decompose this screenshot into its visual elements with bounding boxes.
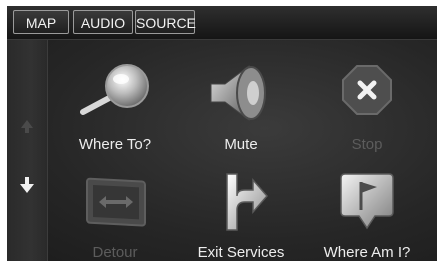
where-am-i-button[interactable]: Where Am I? — [307, 160, 427, 261]
detour-icon — [86, 177, 146, 227]
stop-button: Stop — [307, 52, 427, 153]
speaker-icon — [210, 65, 266, 121]
where-am-i-icon — [340, 173, 394, 230]
mute-button[interactable]: Mute — [181, 52, 301, 153]
stop-label: Stop — [351, 136, 383, 153]
top-bar: MAP AUDIO SOURCE — [7, 6, 437, 40]
stop-icon — [342, 65, 392, 115]
tab-source[interactable]: SOURCE — [135, 10, 196, 34]
magnifier-icon — [80, 64, 149, 115]
menu-area: Where To? Mute Stop Detour Exit Services… — [7, 40, 437, 261]
navigation-screen: MAP AUDIO SOURCE Where To? Mute Stop Det… — [7, 6, 437, 261]
exit-services-button[interactable]: Exit Services — [181, 160, 301, 261]
where-to-button[interactable]: Where To? — [55, 52, 175, 153]
exit-services-icon — [226, 173, 268, 231]
tab-map[interactable]: MAP — [13, 10, 69, 34]
exit-services-label: Exit Services — [197, 244, 285, 261]
detour-button: Detour — [55, 160, 175, 261]
scroll-column — [7, 40, 48, 261]
detour-label: Detour — [92, 244, 138, 261]
where-am-i-label: Where Am I? — [323, 244, 411, 261]
tab-audio[interactable]: AUDIO — [73, 10, 133, 34]
mute-label: Mute — [224, 136, 258, 153]
where-to-label: Where To? — [78, 136, 152, 153]
